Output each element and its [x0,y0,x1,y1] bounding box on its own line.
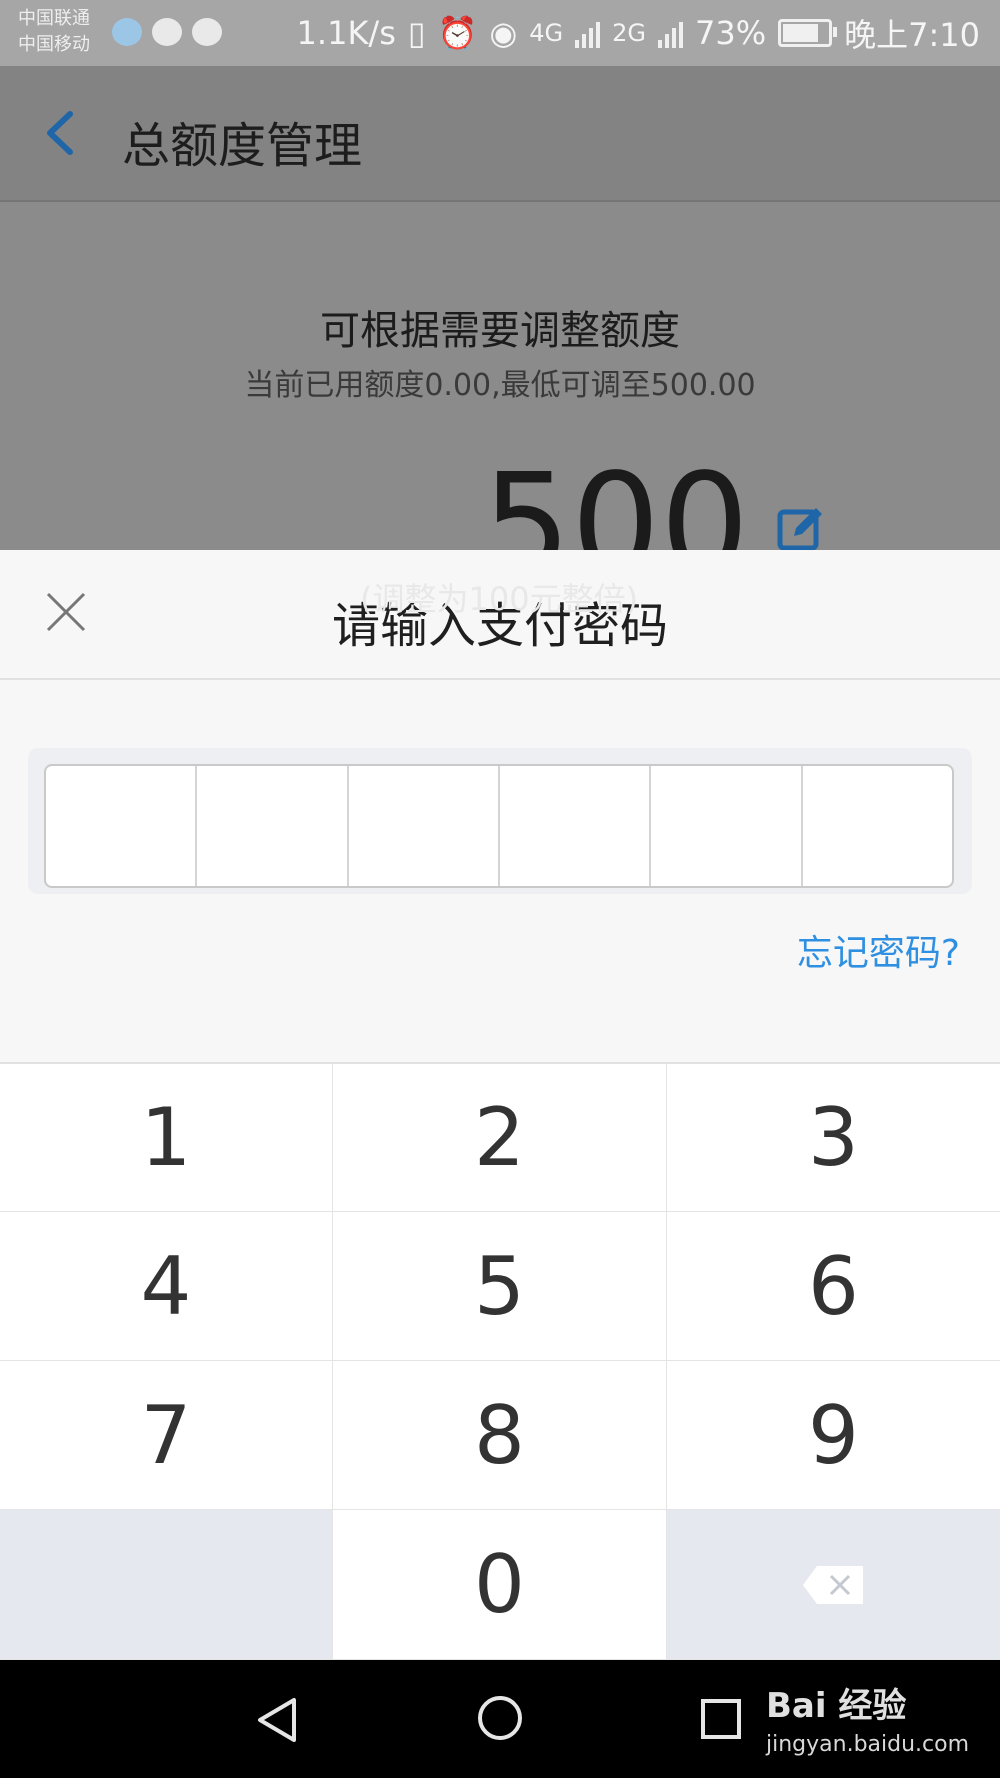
password-digit-cell[interactable] [46,766,198,886]
message-icon [152,18,182,46]
battery-percent: 73% [695,14,767,52]
adjust-hint-subtitle: 当前已用额度0.00,最低可调至500.00 [244,368,756,403]
triangle-back-icon [258,1698,296,1742]
watermark-logo: Bai 经验 [766,1686,907,1726]
password-digit-cell[interactable] [500,766,652,886]
nav-back-button[interactable] [254,1696,302,1744]
edit-amount-button[interactable] [776,502,828,554]
password-digit-cell[interactable] [651,766,803,886]
carrier-1: 中国联通 [18,8,90,29]
step-hint: (调整为100元整倍) [360,580,639,618]
chevron-left-icon [47,111,73,155]
key-1[interactable]: 1 [0,1064,333,1212]
nav-recent-button[interactable] [700,1698,742,1740]
password-input[interactable] [44,764,954,888]
square-recents-icon [701,1699,741,1739]
back-button[interactable] [40,108,80,158]
key-6[interactable]: 6 [667,1212,1000,1361]
network-type-2: 2G [612,19,646,47]
vibrate-icon: ▯ [407,14,426,52]
app-bar: 总额度管理 [0,66,1000,202]
password-digit-cell[interactable] [349,766,500,886]
key-blank [0,1510,333,1660]
forgot-password-link[interactable]: 忘记密码? [797,924,960,976]
key-7[interactable]: 7 [0,1361,333,1510]
signal-icon-2 [658,18,683,48]
circle-home-icon [478,1696,522,1740]
key-5[interactable]: 5 [333,1212,667,1361]
watermark-url: jingyan.baidu.com [766,1732,970,1757]
nav-home-button[interactable] [476,1694,524,1742]
network-type-1: 4G [529,19,564,47]
alarm-icon: ⏰ [437,14,478,52]
delete-key[interactable] [667,1510,1000,1660]
network-speed: 1.1K/s [296,14,396,52]
key-3[interactable]: 3 [667,1064,1000,1212]
password-digit-cell[interactable] [197,766,349,886]
signal-icon-1 [575,18,601,48]
page-title: 总额度管理 [122,118,363,174]
numeric-keypad: 1 2 3 4 5 6 7 8 9 0 [0,1062,1000,1662]
browser-icon [112,18,142,46]
key-9[interactable]: 9 [667,1361,1000,1510]
edit-icon [777,508,822,551]
key-2[interactable]: 2 [333,1064,667,1212]
clock: 晚上7:10 [844,16,980,54]
carrier-2: 中国移动 [18,34,90,55]
notification-icons [112,18,222,46]
key-0[interactable]: 0 [333,1510,667,1660]
status-bar: 中国联通 中国移动 1.1K/s ▯ ⏰ ◉ 4G 2G 73% 晚上7:10 [0,0,1000,66]
quota-page-background: 总额度管理 可根据需要调整额度 当前已用额度0.00,最低可调至500.00 5… [0,66,1000,596]
system-navigation-bar: Bai 经验 jingyan.baidu.com [0,1660,1000,1778]
carrier-info: 中国联通 中国移动 [18,6,90,58]
key-8[interactable]: 8 [333,1361,667,1510]
backspace-icon [802,1565,863,1604]
chat-icon [192,18,222,46]
battery-icon [778,19,838,47]
password-digit-cell[interactable] [803,766,952,886]
payment-password-sheet: 请输入支付密码 忘记密码? [0,550,1000,1062]
eye-icon: ◉ [489,14,518,52]
key-4[interactable]: 4 [0,1212,333,1361]
adjust-hint-title: 可根据需要调整额度 [320,308,680,354]
status-right: 1.1K/s ▯ ⏰ ◉ 4G 2G 73% 晚上7:10 [297,10,980,56]
